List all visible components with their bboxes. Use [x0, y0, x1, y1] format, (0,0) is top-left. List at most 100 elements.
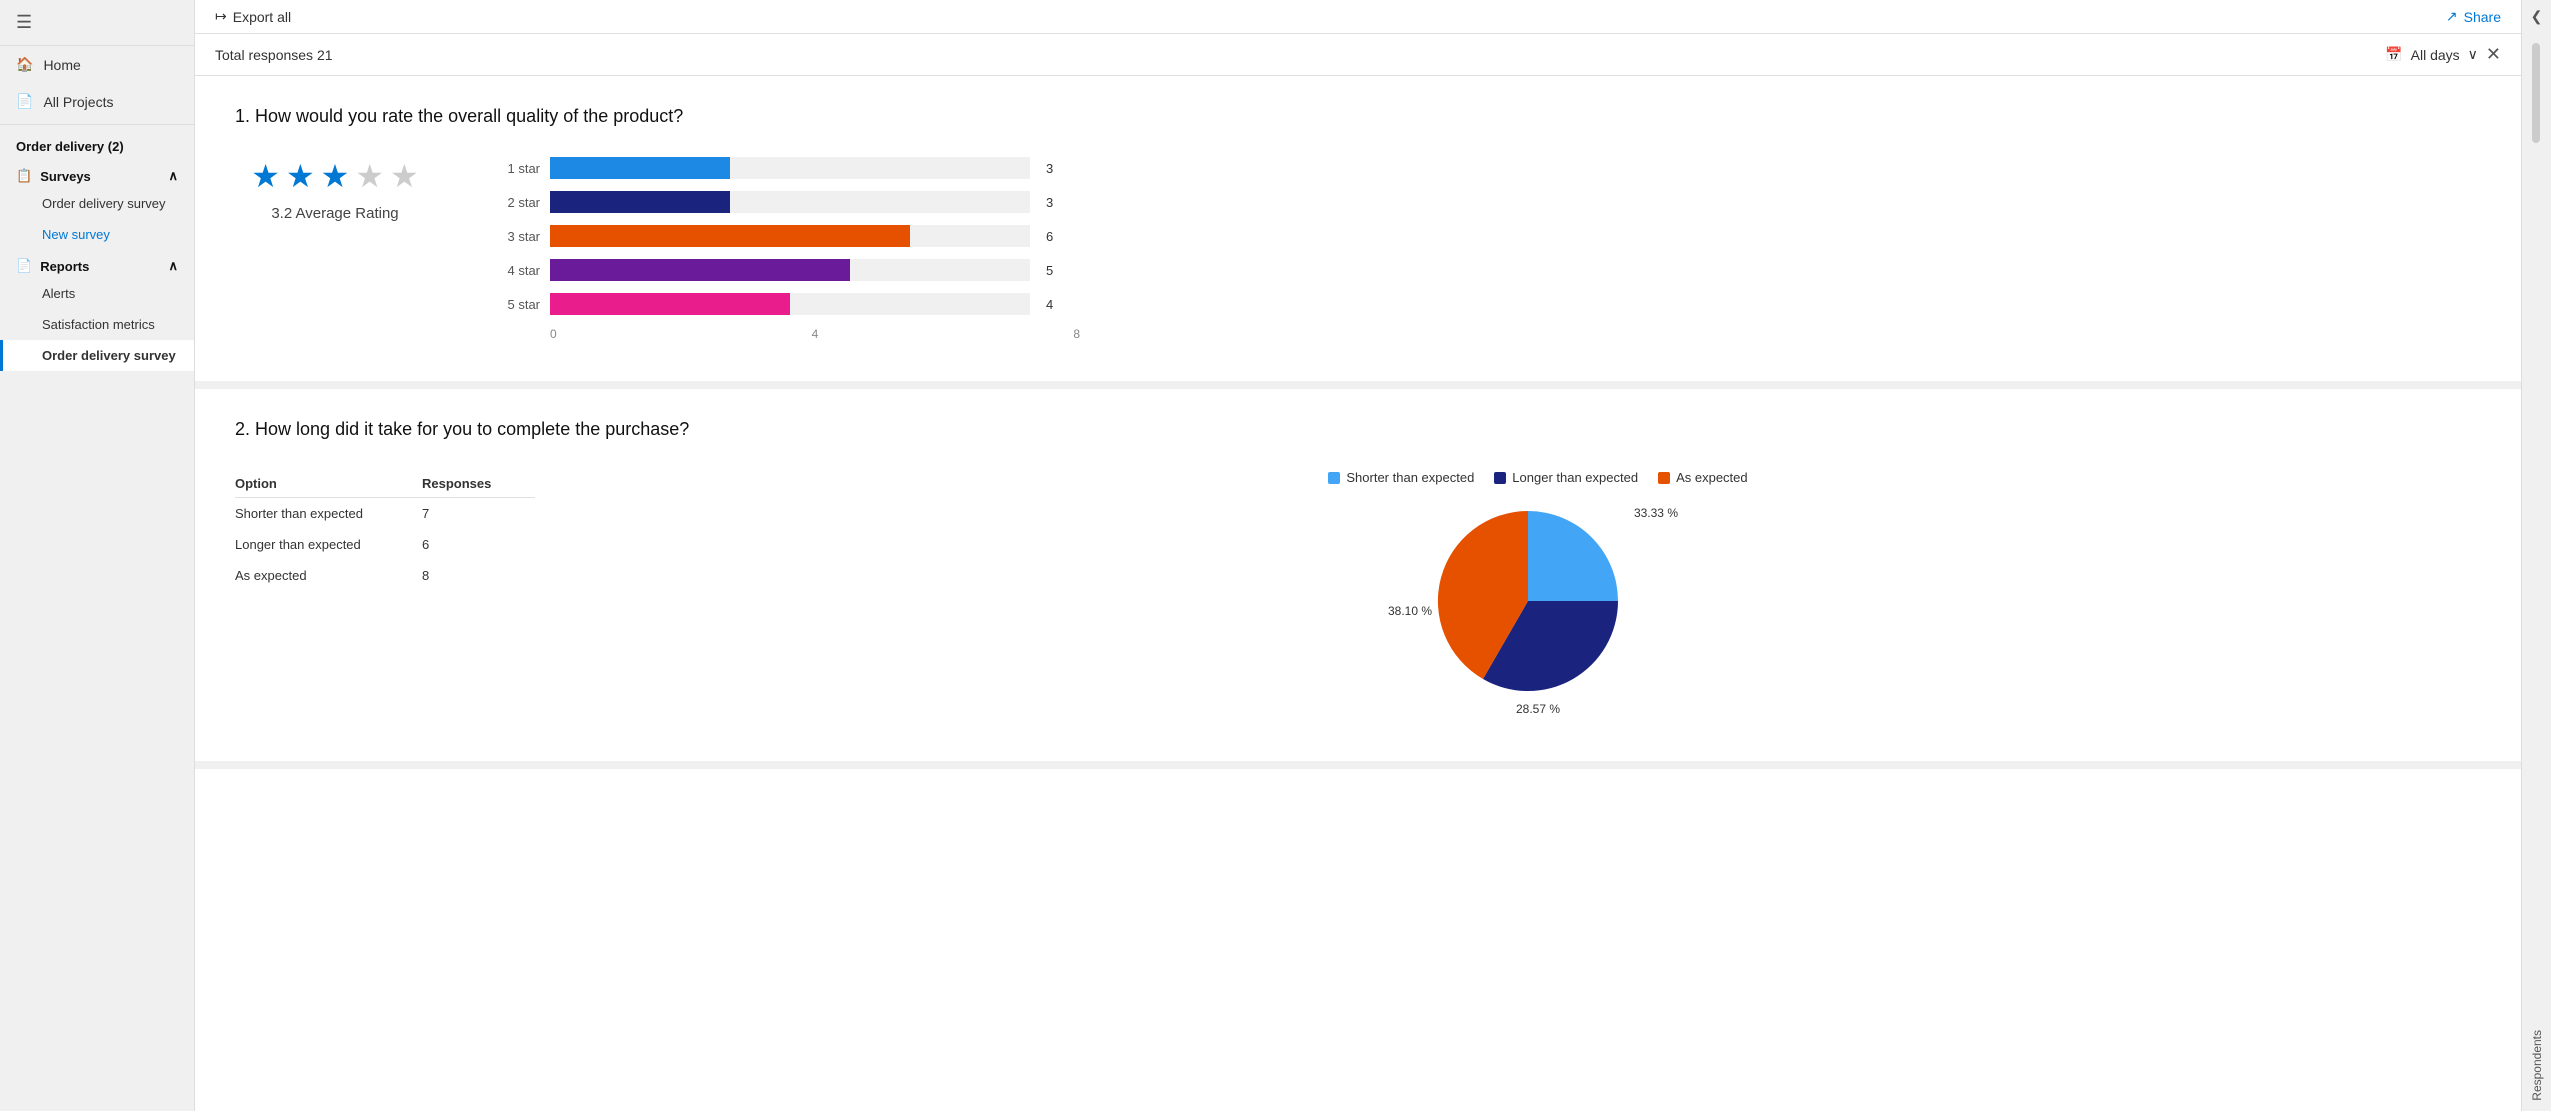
- bar-row: 1 star3: [495, 157, 1095, 179]
- sidebar-item-order-delivery-report[interactable]: Order delivery survey: [0, 340, 194, 371]
- sidebar-item-home[interactable]: 🏠 Home: [0, 46, 194, 83]
- axis-label-8: 8: [1073, 327, 1080, 341]
- table-row: As expected 8: [235, 560, 535, 591]
- sidebar-item-alerts[interactable]: Alerts: [0, 278, 194, 309]
- bar-value: 3: [1046, 195, 1061, 210]
- legend-item-shorter: Shorter than expected: [1328, 470, 1474, 485]
- sidebar-home-label: Home: [43, 57, 80, 73]
- bar-fill: [550, 157, 730, 179]
- reports-chevron-icon: ∧: [168, 258, 178, 274]
- rating-display: ★ ★ ★ ★ ★ 3.2 Average Rating: [235, 157, 435, 222]
- star-2: ★: [286, 157, 315, 195]
- bar-track: [550, 293, 1030, 315]
- q1-content: ★ ★ ★ ★ ★ 3.2 Average Rating 1 star32 st…: [235, 157, 2481, 341]
- stars-row: ★ ★ ★ ★ ★: [251, 157, 418, 195]
- share-label: Share: [2464, 9, 2501, 25]
- sidebar-item-order-delivery-survey[interactable]: Order delivery survey: [0, 188, 194, 219]
- projects-icon: 📄: [16, 93, 33, 110]
- days-filter-label[interactable]: All days: [2411, 47, 2460, 63]
- surveys-label: Surveys: [40, 169, 91, 184]
- pie-slice-shorter: [1528, 511, 1618, 601]
- q2-table: Option Responses Shorter than expected 7…: [235, 470, 535, 591]
- hamburger-icon[interactable]: ☰: [16, 12, 32, 32]
- question-1-card: 1. How would you rate the overall qualit…: [195, 76, 2521, 389]
- bar-chart-q1: 1 star32 star33 star64 star55 star4 0 4 …: [495, 157, 1095, 341]
- reports-icon: 📄: [16, 258, 32, 274]
- surveys-header[interactable]: 📋 Surveys ∧: [0, 164, 194, 188]
- table-row: Longer than expected 6: [235, 529, 535, 560]
- reports-header[interactable]: 📄 Reports ∧: [0, 250, 194, 278]
- response-2: 6: [422, 529, 535, 560]
- pie-chart-svg-area: 33.33 % 28.57 % 38.10 %: [1428, 501, 1648, 721]
- bar-label: 2 star: [495, 195, 540, 210]
- scrollbar-thumb[interactable]: [2532, 43, 2540, 143]
- sidebar-section-order-delivery: Order delivery (2): [0, 129, 194, 164]
- sidebar-divider-1: [0, 124, 194, 125]
- star-3: ★: [321, 157, 350, 195]
- response-1: 7: [422, 498, 535, 530]
- sidebar-item-all-projects[interactable]: 📄 All Projects: [0, 83, 194, 120]
- question-2-card: 2. How long did it take for you to compl…: [195, 389, 2521, 769]
- bar-value: 5: [1046, 263, 1061, 278]
- sidebar-item-satisfaction-metrics[interactable]: Satisfaction metrics: [0, 309, 194, 340]
- pie-label-shorter: 33.33 %: [1634, 506, 1678, 520]
- bar-fill: [550, 225, 910, 247]
- bar-fill: [550, 293, 790, 315]
- collapse-icon[interactable]: ✕: [2486, 44, 2501, 65]
- bar-row: 4 star5: [495, 259, 1095, 281]
- calendar-icon: 📅: [2385, 46, 2402, 63]
- sidebar-top: ☰: [0, 0, 194, 46]
- legend-label-longer: Longer than expected: [1512, 470, 1638, 485]
- bar-value: 6: [1046, 229, 1061, 244]
- responses-bar: Total responses 21 📅 All days ∨ ✕: [195, 34, 2521, 76]
- option-3: As expected: [235, 560, 422, 591]
- legend-label-as-expected: As expected: [1676, 470, 1748, 485]
- share-button[interactable]: ↗ Share: [2446, 8, 2501, 25]
- legend-dot-shorter: [1328, 472, 1340, 484]
- sidebar-projects-label: All Projects: [43, 94, 113, 110]
- avg-rating-label: 3.2 Average Rating: [271, 205, 398, 222]
- option-1: Shorter than expected: [235, 498, 422, 530]
- top-bar: ↦ Export all ↗ Share: [195, 0, 2521, 34]
- pie-chart-svg: [1428, 501, 1628, 701]
- col-option-header: Option: [235, 470, 422, 498]
- respondents-tab[interactable]: Respondents: [2526, 1020, 2548, 1111]
- bar-label: 1 star: [495, 161, 540, 176]
- question-1-title: 1. How would you rate the overall qualit…: [235, 106, 2481, 127]
- pie-legend: Shorter than expected Longer than expect…: [1328, 470, 1747, 485]
- bar-label: 3 star: [495, 229, 540, 244]
- table-row: Shorter than expected 7: [235, 498, 535, 530]
- question-2-title: 2. How long did it take for you to compl…: [235, 419, 2481, 440]
- star-1: ★: [251, 157, 280, 195]
- bar-fill: [550, 191, 730, 213]
- export-label: Export all: [233, 9, 291, 25]
- sidebar-item-new-survey[interactable]: New survey: [0, 219, 194, 250]
- export-button[interactable]: ↦ Export all: [215, 8, 291, 25]
- legend-item-as-expected: As expected: [1658, 470, 1748, 485]
- bar-row: 2 star 3: [495, 191, 1095, 213]
- bar-row: 3 star 6: [495, 225, 1095, 247]
- right-collapse-button[interactable]: ❮: [2527, 0, 2547, 33]
- total-responses-label: Total responses 21: [215, 47, 333, 63]
- main-content: ↦ Export all ↗ Share Total responses 21 …: [195, 0, 2521, 1111]
- bar-track: [550, 225, 1030, 247]
- section-title: Order delivery (2): [16, 139, 124, 154]
- filter-chevron-icon[interactable]: ∨: [2468, 46, 2478, 63]
- legend-label-shorter: Shorter than expected: [1346, 470, 1474, 485]
- pie-label-as-expected: 38.10 %: [1388, 604, 1432, 618]
- bar-track: [550, 157, 1030, 179]
- bar-fill: [550, 259, 850, 281]
- legend-dot-longer: [1494, 472, 1506, 484]
- surveys-icon: 📋: [16, 168, 32, 184]
- star-4: ★: [355, 157, 384, 195]
- bar-value: 4: [1046, 297, 1061, 312]
- axis-label-4: 4: [812, 327, 819, 341]
- bar-track: [550, 191, 1030, 213]
- pie-chart-container: Shorter than expected Longer than expect…: [595, 470, 2481, 721]
- q2-content: Option Responses Shorter than expected 7…: [235, 470, 2481, 721]
- pie-label-longer: 28.57 %: [1516, 702, 1560, 716]
- response-3: 8: [422, 560, 535, 591]
- star-5: ★: [390, 157, 419, 195]
- right-panel: ❮ Respondents: [2521, 0, 2551, 1111]
- share-icon: ↗: [2446, 8, 2458, 25]
